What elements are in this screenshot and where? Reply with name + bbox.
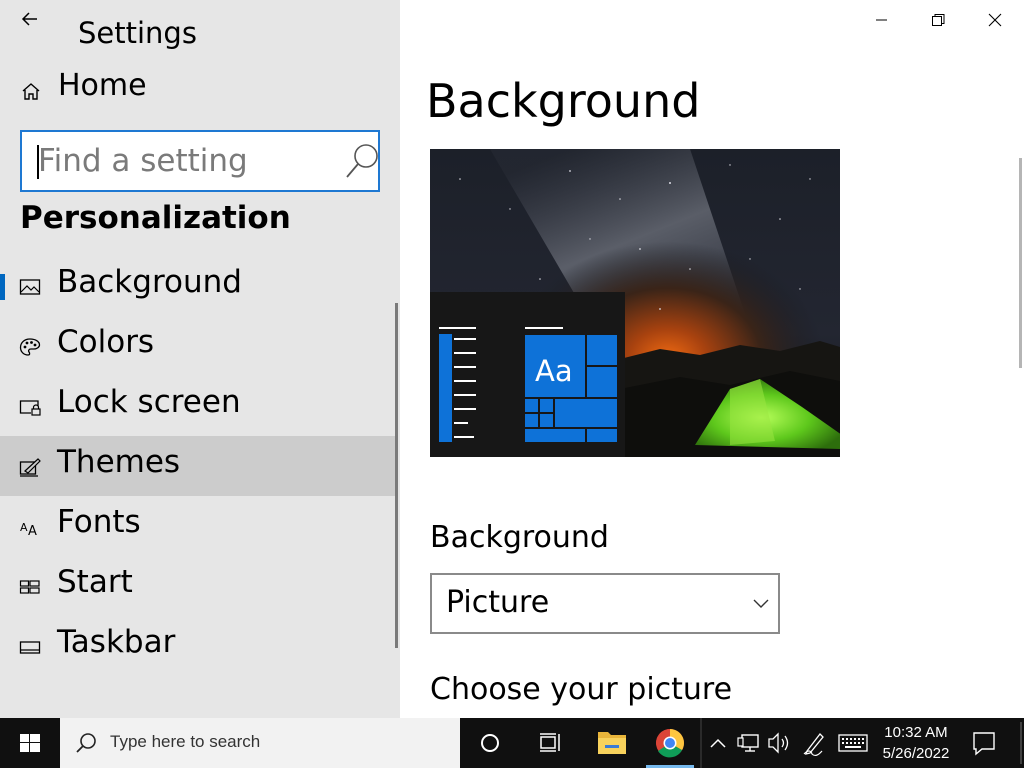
clock-date: 5/26/2022	[882, 745, 950, 762]
file-explorer-button[interactable]	[584, 718, 640, 768]
restore-icon	[932, 14, 945, 26]
lock-screen-icon	[19, 400, 41, 416]
choose-picture-heading: Choose your picture	[430, 672, 733, 707]
sidebar-item-label: Lock screen	[57, 384, 241, 420]
font-icon: A A	[20, 521, 37, 537]
sidebar-item-label: Taskbar	[57, 624, 176, 660]
sidebar-item-label: Background	[57, 264, 242, 300]
main-scrollbar[interactable]	[1019, 158, 1022, 368]
sidebar-item-label: Themes	[57, 444, 181, 480]
home-icon	[22, 83, 40, 100]
touch-keyboard-button[interactable]	[834, 718, 872, 768]
chrome-icon	[656, 729, 684, 758]
svg-text:A: A	[20, 521, 28, 534]
taskbar-search-box[interactable]: Type here to search	[60, 718, 460, 768]
clock-time: 10:32 AM	[884, 724, 948, 741]
sidebar-item-fonts[interactable]: A A Fonts	[0, 496, 398, 556]
chevron-down-icon	[753, 599, 769, 608]
preview-sample-text: Aa	[535, 354, 573, 388]
page-title: Background	[426, 74, 701, 128]
folder-icon	[598, 732, 626, 754]
taskbar: Type here to search 10:32 AM 5/26/2022	[0, 718, 1024, 768]
network-icon	[737, 734, 759, 752]
svg-text:A: A	[28, 524, 37, 537]
windows-logo-icon	[20, 734, 40, 752]
search-icon	[76, 733, 96, 753]
show-desktop-button[interactable]	[1020, 722, 1022, 764]
volume-button[interactable]	[764, 718, 794, 768]
search-icon[interactable]	[344, 142, 380, 180]
brush-icon	[19, 458, 41, 477]
close-icon	[988, 13, 1002, 27]
action-center-button[interactable]	[960, 718, 1008, 768]
search-box[interactable]	[20, 130, 380, 192]
start-button[interactable]	[0, 718, 60, 768]
main-content: Background Aa Background Picture Choose …	[400, 0, 1024, 718]
sidebar-item-label: Colors	[57, 324, 155, 360]
start-tiles-icon	[19, 580, 40, 594]
personalization-nav: Background Colors Lock screen Themes A A…	[0, 256, 398, 676]
cortana-button[interactable]	[462, 718, 518, 768]
home-nav-item[interactable]: Home	[0, 64, 398, 110]
sidebar-item-lock-screen[interactable]: Lock screen	[0, 376, 398, 436]
taskbar-icon	[19, 641, 41, 654]
keyboard-icon	[838, 734, 868, 752]
background-type-dropdown[interactable]: Picture	[430, 573, 780, 634]
background-preview: Aa	[430, 149, 840, 457]
sidebar-item-background[interactable]: Background	[0, 256, 398, 316]
task-view-button[interactable]	[522, 718, 578, 768]
home-label: Home	[58, 68, 147, 103]
picture-icon	[19, 279, 41, 295]
settings-sidebar: Settings Home Personalization Background	[0, 0, 400, 718]
section-title: Personalization	[20, 200, 291, 236]
background-field-label: Background	[430, 520, 609, 555]
sidebar-item-label: Fonts	[57, 504, 141, 540]
sidebar-item-label: Start	[57, 564, 133, 600]
show-hidden-icons-button[interactable]	[704, 718, 732, 768]
find-setting-input[interactable]	[38, 138, 328, 184]
back-button[interactable]	[18, 6, 44, 32]
sidebar-item-taskbar[interactable]: Taskbar	[0, 616, 398, 676]
notification-icon	[973, 732, 995, 756]
speaker-icon	[768, 732, 789, 754]
chrome-button[interactable]	[642, 718, 698, 768]
dropdown-value: Picture	[446, 585, 550, 620]
taskbar-search-placeholder: Type here to search	[110, 732, 261, 751]
palette-icon	[19, 338, 41, 356]
chevron-up-icon	[710, 738, 726, 748]
network-button[interactable]	[734, 718, 764, 768]
cortana-circle-icon	[481, 734, 499, 752]
taskbar-divider	[700, 718, 702, 768]
sidebar-scrollbar[interactable]	[395, 303, 398, 648]
minimize-icon	[876, 19, 887, 21]
task-view-icon	[540, 733, 560, 752]
app-title: Settings	[78, 16, 197, 50]
minimize-button[interactable]	[852, 0, 908, 40]
close-button[interactable]	[966, 0, 1022, 40]
clock[interactable]: 10:32 AM 5/26/2022	[872, 722, 960, 764]
desktop-preview-image: Aa	[430, 149, 840, 457]
selection-indicator	[0, 274, 5, 300]
sidebar-item-colors[interactable]: Colors	[0, 316, 398, 376]
back-arrow-icon	[21, 12, 37, 26]
pen-icon	[803, 733, 824, 757]
restore-button[interactable]	[910, 0, 966, 40]
pen-workspace-button[interactable]	[798, 718, 830, 768]
sidebar-item-start[interactable]: Start	[0, 556, 398, 616]
sidebar-item-themes[interactable]: Themes	[0, 436, 398, 496]
